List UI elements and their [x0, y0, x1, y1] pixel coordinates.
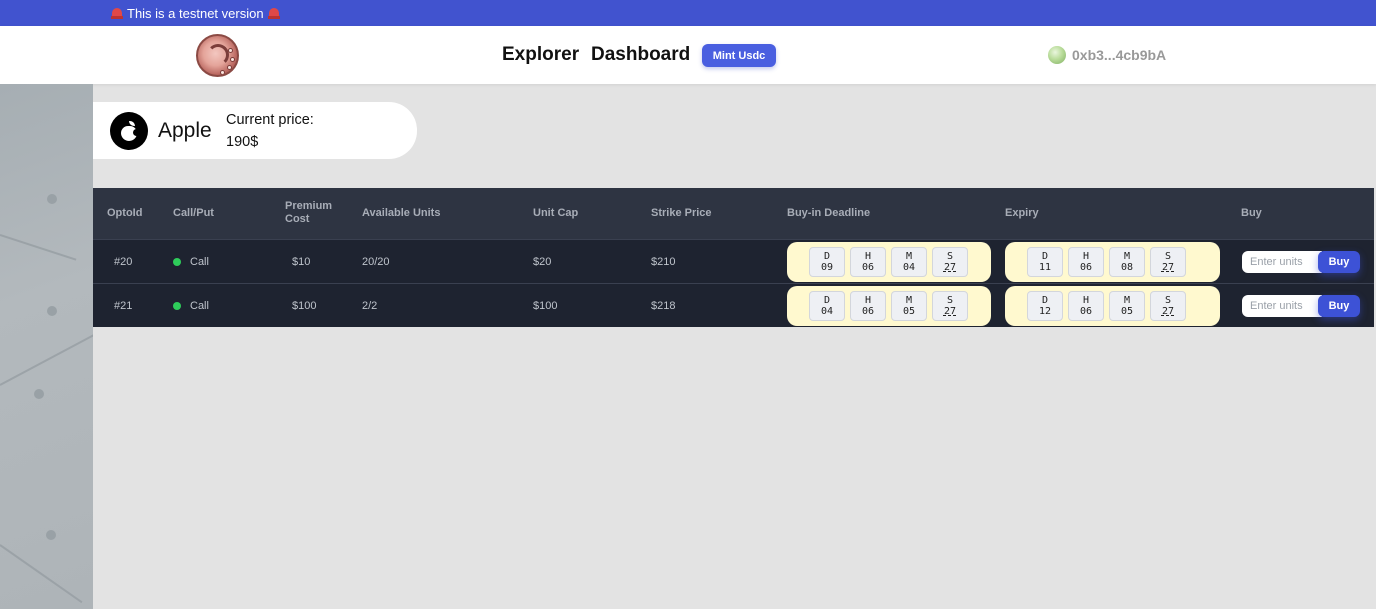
cell-unit-cap: $20 [533, 256, 552, 268]
call-status-dot-icon [173, 258, 181, 266]
header-premium-cost: Premium Cost [285, 200, 333, 225]
cell-strike: $210 [651, 256, 676, 268]
countdown-minutes: M 04 [891, 247, 927, 277]
cell-call-put: Call [173, 284, 209, 328]
cell-type-label: Call [190, 256, 209, 268]
header-strike-price: Strike Price [651, 207, 712, 219]
logo-dot [227, 65, 232, 70]
siren-icon [267, 7, 280, 19]
units-input[interactable] [1242, 295, 1322, 317]
logo-dot [228, 48, 233, 53]
options-table: OptoId Call/Put Premium Cost Available U… [93, 188, 1374, 327]
cell-available: 2/2 [362, 300, 378, 312]
mint-usdc-button[interactable]: Mint Usdc [702, 44, 776, 67]
current-price-label: Current price: [226, 112, 314, 128]
wallet-button[interactable]: 0xb3...4cb9bA [1048, 46, 1166, 64]
pattern-node [46, 530, 56, 540]
header-opto-id: OptoId [107, 207, 143, 219]
countdown-days: D 04 [809, 291, 845, 321]
nav-explorer-link[interactable]: Explorer [502, 44, 579, 66]
buy-button[interactable]: Buy [1318, 251, 1360, 273]
table-row: #21 Call $100 2/2 $100 $218 D 04 H 06 M 05 … [93, 283, 1374, 327]
pattern-node [47, 306, 57, 316]
units-input[interactable] [1242, 251, 1322, 273]
pattern-line [0, 544, 83, 604]
wallet-avatar-icon [1048, 46, 1066, 64]
buyin-deadline-countdown: D 04 H 06 M 05 S 27 [787, 286, 991, 326]
countdown-seconds: S 27 [1150, 247, 1186, 277]
cell-opto-id: #21 [114, 300, 133, 312]
cell-available: 20/20 [362, 256, 390, 268]
apple-logo-icon [110, 112, 148, 150]
pattern-line [0, 234, 77, 261]
pattern-node [47, 194, 57, 204]
navbar: Explorer Dashboard Mint Usdc 0xb3...4cb9… [0, 26, 1376, 84]
logo-dot [220, 70, 225, 75]
logo[interactable] [196, 34, 239, 77]
countdown-hours: H 06 [850, 247, 886, 277]
countdown-minutes: M 05 [1109, 291, 1145, 321]
header-expiry: Expiry [1005, 207, 1039, 219]
cell-unit-cap: $100 [533, 300, 558, 312]
cell-strike: $218 [651, 300, 676, 312]
table-header: OptoId Call/Put Premium Cost Available U… [93, 188, 1374, 239]
asset-name: Apple [158, 119, 212, 142]
cell-type-label: Call [190, 300, 209, 312]
countdown-minutes: M 08 [1109, 247, 1145, 277]
pattern-node [34, 389, 44, 399]
countdown-days: D 12 [1027, 291, 1063, 321]
header-call-put: Call/Put [173, 207, 214, 219]
expiry-countdown: D 11 H 06 M 08 S 27 [1005, 242, 1220, 282]
countdown-days: D 09 [809, 247, 845, 277]
buy-form: Buy [1242, 251, 1360, 273]
cell-call-put: Call [173, 240, 209, 284]
background-pattern [0, 84, 93, 609]
cell-opto-id: #20 [114, 256, 133, 268]
countdown-seconds: S 27 [932, 247, 968, 277]
buy-form: Buy [1242, 295, 1360, 317]
expiry-countdown: D 12 H 06 M 05 S 27 [1005, 286, 1220, 326]
countdown-seconds: S 27 [932, 291, 968, 321]
cell-premium: $10 [292, 256, 311, 268]
pattern-line [0, 332, 93, 386]
wallet-address: 0xb3...4cb9bA [1072, 47, 1167, 63]
countdown-hours: H 06 [1068, 247, 1104, 277]
table-row: #20 Call $10 20/20 $20 $210 D 09 H 06 M 04 … [93, 239, 1374, 283]
buyin-deadline-countdown: D 09 H 06 M 04 S 27 [787, 242, 991, 282]
countdown-hours: H 06 [850, 291, 886, 321]
siren-icon [111, 7, 123, 19]
logo-curl [207, 44, 229, 66]
countdown-seconds: S 27 [1150, 291, 1186, 321]
header-available-units: Available Units [362, 207, 441, 219]
header-unit-cap: Unit Cap [533, 207, 579, 219]
logo-dot [230, 57, 235, 62]
banner-text: This is a testnet version [127, 5, 264, 21]
countdown-days: D 11 [1027, 247, 1063, 277]
countdown-minutes: M 05 [891, 291, 927, 321]
countdown-hours: H 06 [1068, 291, 1104, 321]
asset-card: Apple Current price: 190$ [93, 102, 417, 159]
nav-dashboard-link[interactable]: Dashboard [591, 44, 690, 66]
current-price-value: 190$ [226, 134, 259, 150]
cell-premium: $100 [292, 300, 317, 312]
testnet-banner: This is a testnet version [0, 0, 1376, 26]
header-buyin-deadline: Buy-in Deadline [787, 207, 871, 219]
buy-button[interactable]: Buy [1318, 295, 1360, 317]
header-buy: Buy [1241, 207, 1262, 219]
call-status-dot-icon [173, 302, 181, 310]
